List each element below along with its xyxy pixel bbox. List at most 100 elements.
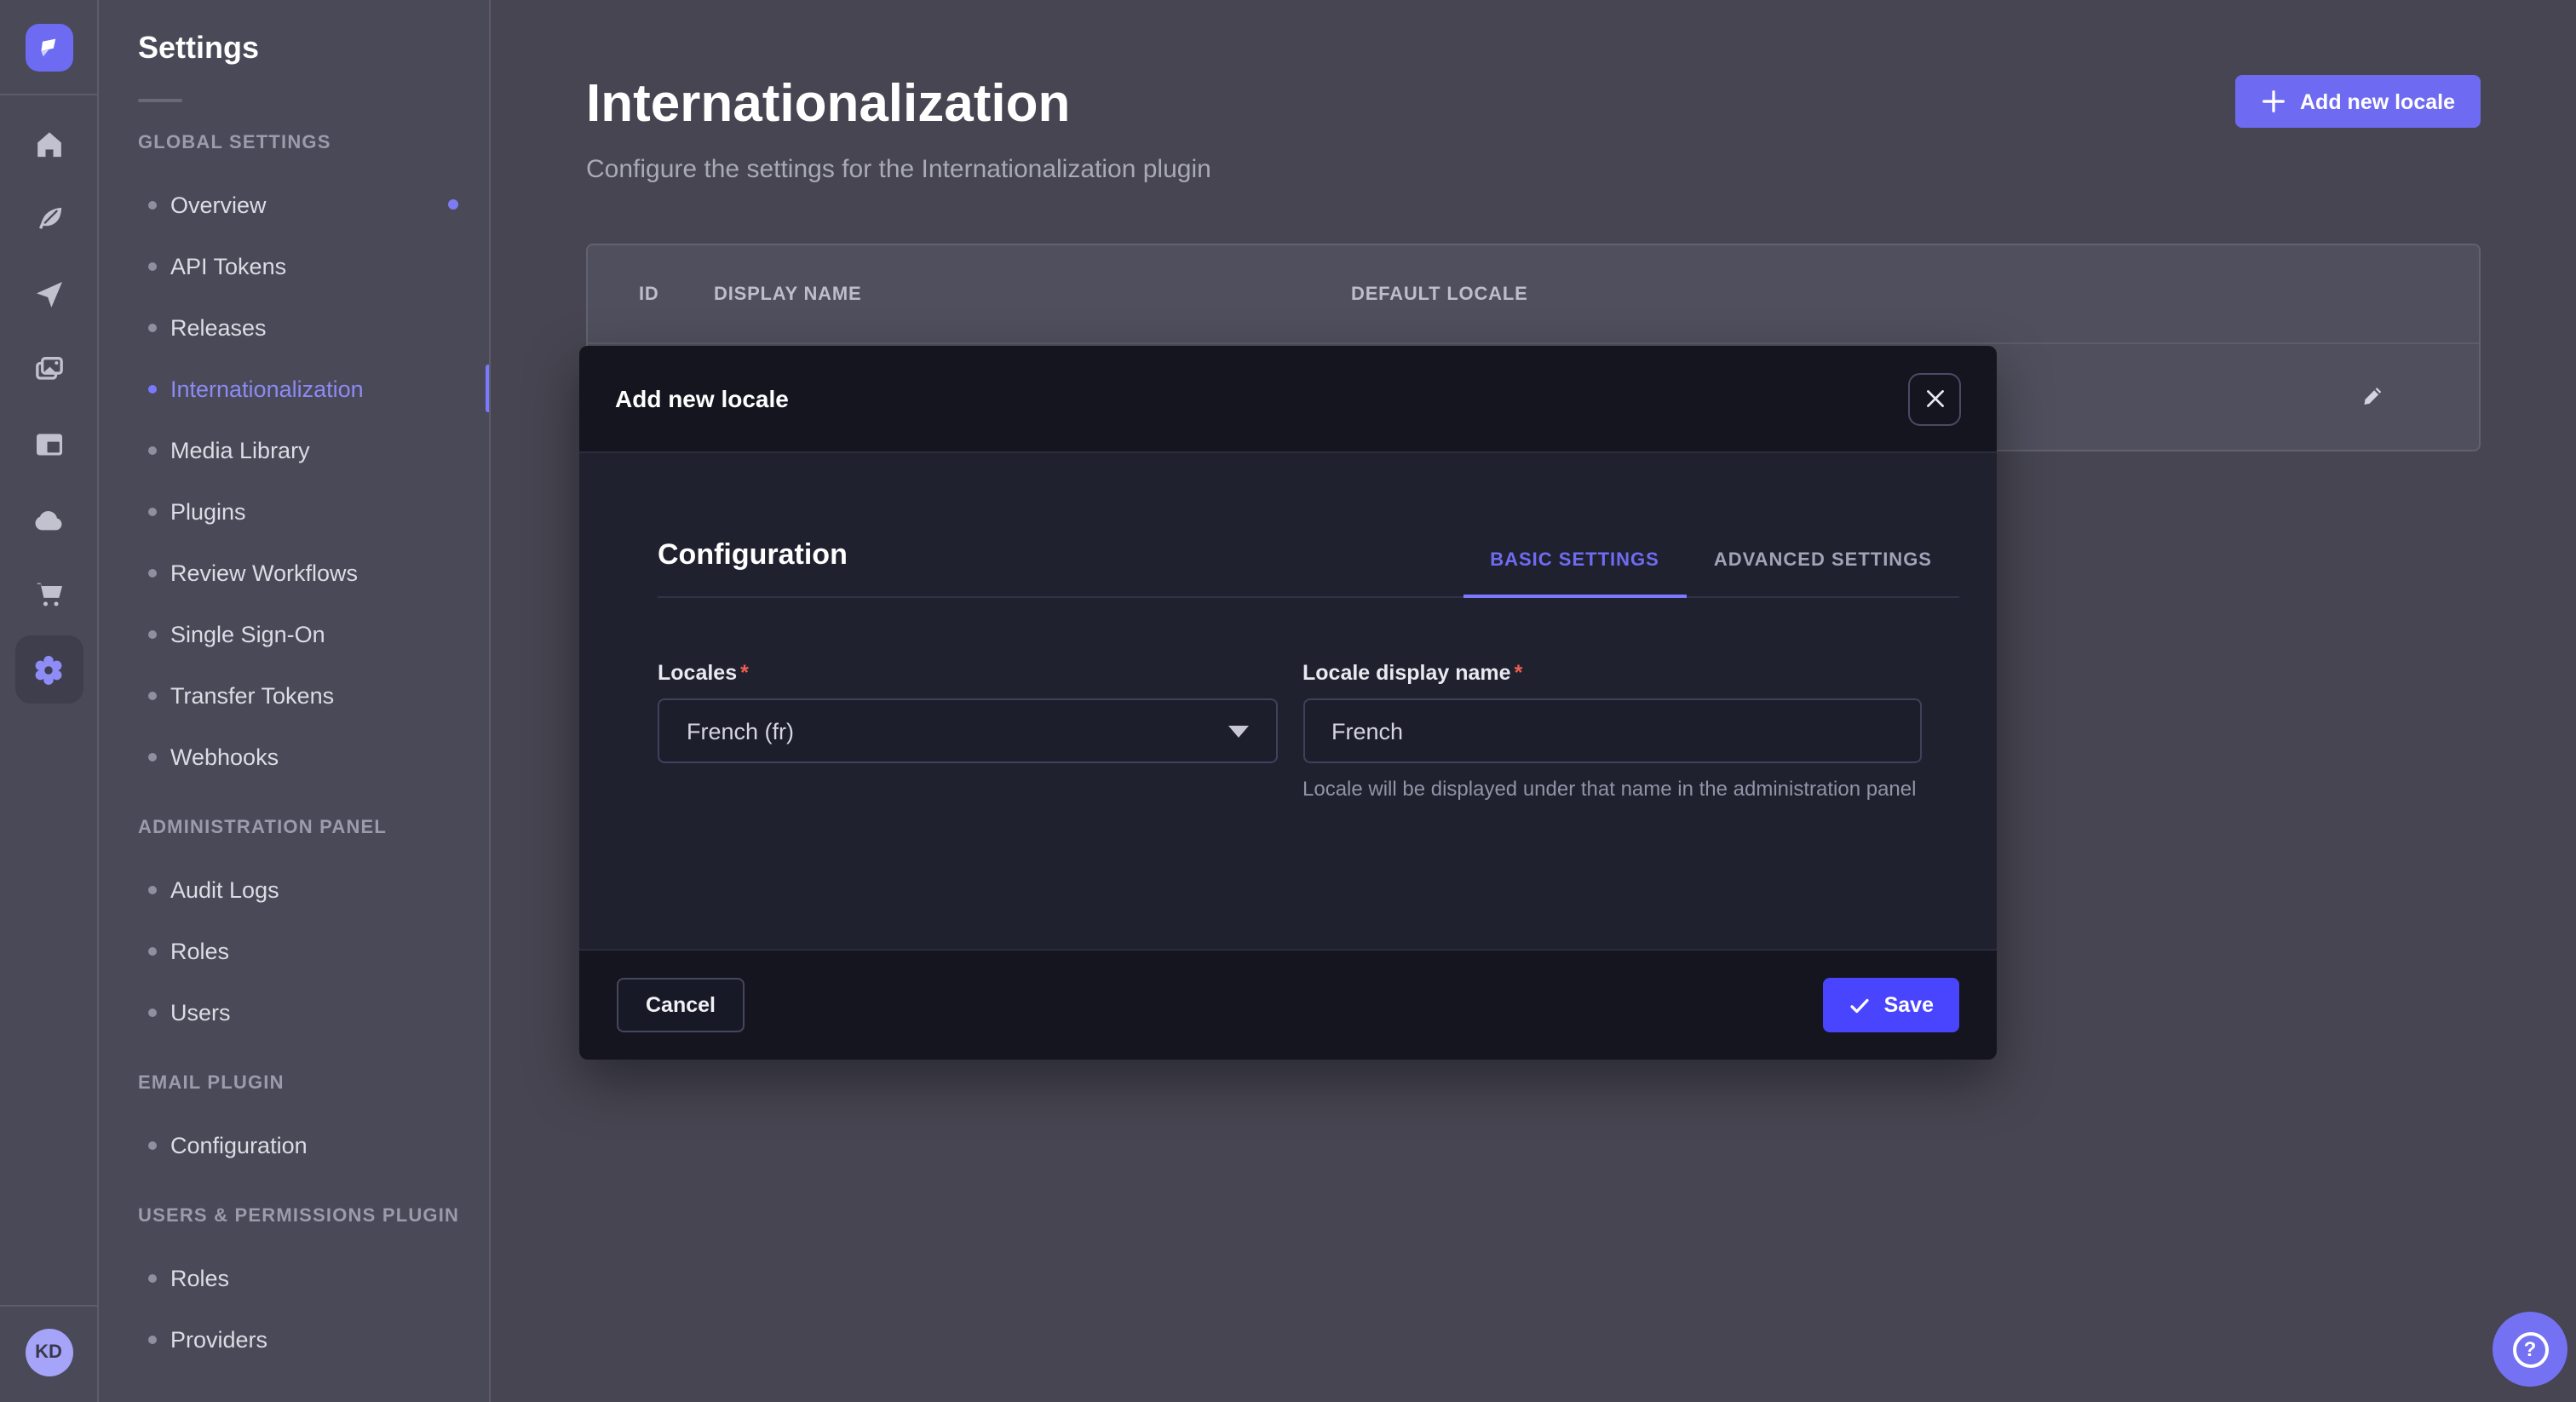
sidebar-item-label: Review Workflows: [170, 560, 358, 585]
content-manager-feather-icon[interactable]: [14, 186, 83, 254]
sidebar-item-label: Roles: [170, 938, 229, 963]
tab-basic-settings[interactable]: BASIC SETTINGS: [1463, 550, 1687, 598]
modal-title: Add new locale: [615, 385, 789, 412]
bullet-icon: [148, 946, 157, 955]
sidebar-title: Settings: [99, 24, 489, 72]
layout-icon[interactable]: [14, 411, 83, 479]
locales-label: Locales*: [658, 661, 749, 685]
sidebar-item-media-library[interactable]: Media Library: [99, 419, 489, 480]
nav-rail: KD: [0, 0, 99, 1402]
page-title: Internationalization: [586, 75, 1211, 133]
sidebar-item-label: Single Sign-On: [170, 621, 325, 646]
sidebar-title-divider: [138, 99, 182, 102]
paper-plane-icon[interactable]: [14, 261, 83, 329]
page-subtitle: Configure the settings for the Internati…: [586, 155, 1211, 184]
sidebar-item-label: Roles: [170, 1265, 229, 1290]
help-button[interactable]: ?: [2493, 1312, 2567, 1387]
bullet-icon: [148, 384, 157, 393]
sidebar-item-releases[interactable]: Releases: [99, 296, 489, 358]
sidebar-item-audit-logs[interactable]: Audit Logs: [99, 859, 489, 920]
tab-advanced-settings[interactable]: ADVANCED SETTINGS: [1687, 550, 1959, 598]
required-marker: *: [1515, 661, 1523, 685]
section-label-global-settings: GLOBAL SETTINGS: [99, 112, 489, 174]
bullet-icon: [148, 752, 157, 761]
strapi-logo[interactable]: [25, 24, 72, 72]
locales-select[interactable]: French (fr): [658, 698, 1277, 763]
bullet-icon: [148, 1335, 157, 1343]
sidebar-item-label: Releases: [170, 314, 267, 340]
sidebar-item-label: Configuration: [170, 1132, 308, 1158]
edit-locale-button[interactable]: [2353, 376, 2394, 417]
sidebar-item-api-tokens[interactable]: API Tokens: [99, 235, 489, 296]
sidebar-item-label: Users: [170, 999, 231, 1025]
column-header-default-locale: DEFAULT LOCALE: [1351, 284, 1528, 304]
column-header-display-name: DISPLAY NAME: [714, 284, 1351, 304]
bullet-icon: [148, 1008, 157, 1016]
sidebar-item-email-configuration[interactable]: Configuration: [99, 1114, 489, 1175]
sidebar-item-single-sign-on[interactable]: Single Sign-On: [99, 603, 489, 664]
app-window: KD Settings GLOBAL SETTINGS Overview API…: [0, 0, 2576, 1402]
sidebar-item-webhooks[interactable]: Webhooks: [99, 726, 489, 787]
sidebar-item-label: Webhooks: [170, 744, 279, 769]
sidebar-item-admin-roles[interactable]: Roles: [99, 920, 489, 981]
column-header-id: ID: [588, 284, 714, 304]
bullet-icon: [148, 445, 157, 454]
modal-footer: Cancel Save: [579, 949, 1997, 1060]
section-label-administration-panel: ADMINISTRATION PANEL: [99, 797, 489, 859]
sidebar-item-label: Audit Logs: [170, 876, 279, 902]
bullet-icon: [148, 691, 157, 699]
check-icon: [1849, 994, 1871, 1016]
user-avatar[interactable]: KD: [25, 1329, 72, 1376]
bullet-icon: [148, 885, 157, 893]
sidebar-item-internationalization[interactable]: Internationalization: [99, 358, 489, 419]
section-label-email-plugin: EMAIL PLUGIN: [99, 1053, 489, 1114]
sidebar-item-label: Overview: [170, 192, 267, 217]
save-label: Save: [1884, 993, 1934, 1017]
question-mark-icon: ?: [2512, 1331, 2548, 1367]
strapi-logo-glyph: [35, 34, 62, 61]
close-modal-button[interactable]: [1908, 372, 1961, 425]
close-icon: [1924, 388, 1945, 409]
settings-tabs: BASIC SETTINGS ADVANCED SETTINGS: [1463, 550, 1959, 596]
sidebar-item-label: Providers: [170, 1326, 267, 1352]
plus-icon: [2261, 89, 2286, 114]
sidebar-item-label: Media Library: [170, 437, 310, 463]
sidebar-item-overview[interactable]: Overview: [99, 174, 489, 235]
sidebar-item-label: Transfer Tokens: [170, 682, 334, 708]
save-button[interactable]: Save: [1823, 978, 1959, 1032]
cancel-button[interactable]: Cancel: [617, 978, 745, 1032]
display-name-input[interactable]: [1302, 698, 1922, 763]
sidebar-item-plugins[interactable]: Plugins: [99, 480, 489, 542]
sidebar-item-label: API Tokens: [170, 253, 286, 279]
locales-select-value: French (fr): [687, 718, 794, 744]
bullet-icon: [148, 1141, 157, 1149]
sidebar-item-review-workflows[interactable]: Review Workflows: [99, 542, 489, 603]
sidebar-item-up-providers[interactable]: Providers: [99, 1308, 489, 1370]
notification-dot: [448, 199, 458, 210]
bullet-icon: [148, 200, 157, 209]
bullet-icon: [148, 568, 157, 577]
bullet-icon: [148, 261, 157, 270]
sidebar-item-label: Internationalization: [170, 376, 364, 401]
pencil-icon: [2360, 383, 2387, 411]
configuration-section-title: Configuration: [658, 538, 848, 596]
display-name-field-group: Locale display name* Locale will be disp…: [1302, 658, 1922, 804]
locales-field-group: Locales* French (fr): [658, 658, 1277, 804]
bullet-icon: [148, 629, 157, 638]
display-name-hint: Locale will be displayed under that name…: [1302, 775, 1922, 804]
required-marker: *: [740, 661, 749, 685]
bullet-icon: [148, 1273, 157, 1282]
sidebar-item-up-roles[interactable]: Roles: [99, 1247, 489, 1308]
display-name-label: Locale display name*: [1302, 661, 1522, 685]
sidebar-item-transfer-tokens[interactable]: Transfer Tokens: [99, 664, 489, 726]
cloud-icon[interactable]: [14, 486, 83, 554]
modal-body: Configuration BASIC SETTINGS ADVANCED SE…: [579, 453, 1997, 949]
add-new-locale-label: Add new locale: [2300, 89, 2455, 113]
marketplace-cart-icon[interactable]: [14, 560, 83, 629]
home-icon[interactable]: [14, 111, 83, 179]
media-library-icon[interactable]: [14, 336, 83, 404]
settings-gear-icon[interactable]: [14, 635, 83, 704]
add-locale-modal: Add new locale Configuration BASIC SETTI…: [579, 346, 1997, 1060]
add-new-locale-button[interactable]: Add new locale: [2235, 75, 2481, 128]
sidebar-item-admin-users[interactable]: Users: [99, 981, 489, 1043]
